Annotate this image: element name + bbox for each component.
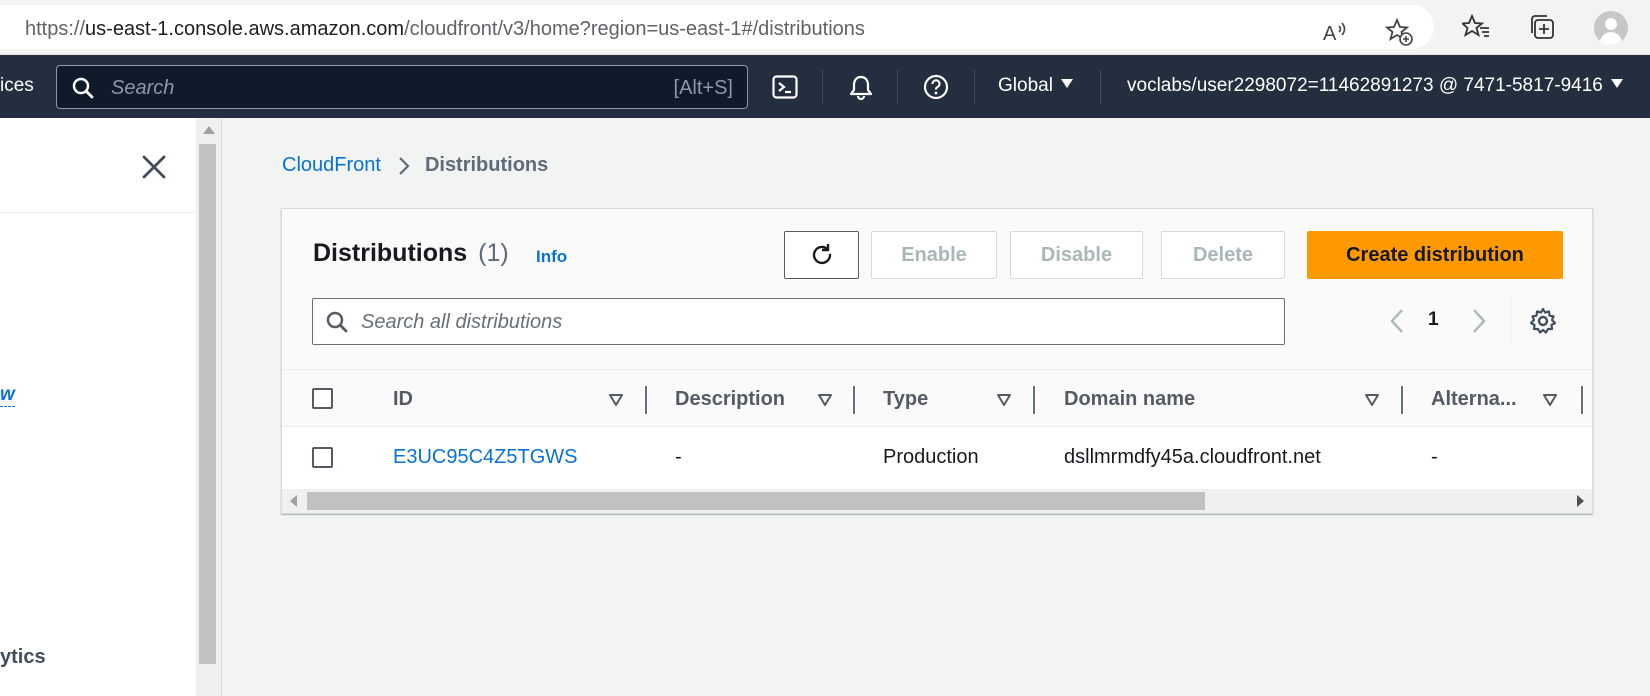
- sort-icon[interactable]: [1542, 393, 1558, 407]
- table-header: ID Description Type Domain name Alterna.…: [282, 369, 1592, 427]
- region-label: Global: [998, 75, 1053, 96]
- table-row[interactable]: E3UC95C4Z5TGWS - Production dsllmrmdfy45…: [282, 427, 1592, 487]
- enable-button[interactable]: Enable: [871, 231, 997, 279]
- delete-button[interactable]: Delete: [1161, 231, 1285, 279]
- previous-page-button[interactable]: [1385, 305, 1409, 337]
- global-search[interactable]: Search [Alt+S]: [56, 65, 748, 109]
- help-icon[interactable]: [920, 71, 952, 103]
- cell-type: Production: [883, 446, 979, 468]
- column-resizer[interactable]: [1401, 386, 1403, 414]
- column-header-domain-name[interactable]: Domain name: [1064, 388, 1195, 411]
- column-resizer[interactable]: [853, 386, 855, 414]
- create-distribution-button[interactable]: Create distribution: [1307, 231, 1563, 279]
- cell-domain-name: dsllmrmdfy45a.cloudfront.net: [1064, 446, 1321, 468]
- current-page-number[interactable]: 1: [1428, 309, 1439, 331]
- next-page-button[interactable]: [1467, 305, 1491, 337]
- search-placeholder: Search: [111, 77, 175, 99]
- search-shortcut: [Alt+S]: [673, 77, 733, 99]
- cell-alternate-domain: -: [1431, 446, 1438, 468]
- side-divider: [0, 212, 196, 213]
- caret-down-icon: [1060, 79, 1073, 88]
- url-text[interactable]: https://us-east-1.console.aws.amazon.com…: [25, 18, 865, 41]
- profile-avatar[interactable]: [1594, 11, 1628, 45]
- breadcrumb: CloudFront Distributions: [282, 154, 548, 177]
- table-settings-button[interactable]: [1527, 305, 1559, 337]
- side-scrollbar[interactable]: [196, 118, 222, 696]
- nav-divider: [1100, 70, 1101, 104]
- search-icon: [325, 310, 349, 339]
- disable-button[interactable]: Disable: [1010, 231, 1143, 279]
- url-host: us-east-1.console.aws.amazon.com: [85, 18, 405, 40]
- url-path: /cloudfront/v3/home?region=us-east-1#/di…: [404, 18, 865, 40]
- scrollbar-thumb[interactable]: [307, 492, 1205, 510]
- column-header-type[interactable]: Type: [883, 388, 928, 411]
- add-favorite-icon[interactable]: [1382, 15, 1416, 49]
- refresh-icon: [812, 244, 831, 265]
- search-icon: [71, 76, 95, 105]
- breadcrumb-cloudfront[interactable]: CloudFront: [282, 154, 381, 177]
- refresh-button[interactable]: [784, 231, 859, 279]
- sort-icon[interactable]: [1364, 393, 1380, 407]
- collections-icon[interactable]: [1525, 10, 1559, 44]
- column-header-id[interactable]: ID: [393, 388, 413, 411]
- page-title: Distributions (1): [313, 239, 509, 268]
- scrollbar-thumb[interactable]: [199, 144, 216, 664]
- cloudshell-icon[interactable]: [769, 71, 801, 103]
- distribution-id-link[interactable]: E3UC95C4Z5TGWS: [393, 446, 578, 469]
- side-nav-link[interactable]: w: [0, 384, 15, 407]
- table-horizontal-scrollbar[interactable]: [282, 489, 1592, 513]
- side-navigation: w ytics: [0, 118, 196, 696]
- read-aloud-icon[interactable]: A: [1318, 15, 1352, 49]
- nav-divider: [897, 70, 898, 104]
- chevron-left-icon: [1390, 309, 1403, 333]
- distribution-count: (1): [478, 239, 509, 267]
- column-resizer[interactable]: [1033, 386, 1035, 414]
- bell-icon[interactable]: [845, 71, 877, 103]
- chevron-right-icon: [395, 155, 413, 177]
- favorites-icon[interactable]: [1459, 10, 1493, 44]
- search-distributions-field[interactable]: [312, 298, 1285, 345]
- address-bar[interactable]: https://us-east-1.console.aws.amazon.com…: [0, 5, 1434, 49]
- account-label: voclabs/user2298072=11462891273 @ 7471-5…: [1127, 75, 1603, 96]
- caret-down-icon: [1610, 79, 1623, 88]
- url-prefix: https://: [25, 18, 86, 40]
- search-distributions-input[interactable]: [361, 307, 1261, 337]
- select-all-checkbox[interactable]: [312, 388, 333, 409]
- distributions-table-container: Distributions (1) Info Enable Disable De…: [281, 208, 1593, 514]
- scroll-right-arrow-icon[interactable]: [1577, 495, 1584, 507]
- sort-icon[interactable]: [608, 393, 624, 407]
- scroll-up-arrow-icon[interactable]: [203, 126, 215, 134]
- column-resizer[interactable]: [1581, 386, 1583, 414]
- column-header-alternate-domain[interactable]: Alterna...: [1431, 388, 1517, 411]
- pager-divider: [1510, 296, 1511, 346]
- svg-text:A: A: [1323, 23, 1337, 44]
- region-selector[interactable]: Global: [998, 75, 1073, 97]
- scroll-left-arrow-icon[interactable]: [290, 495, 297, 507]
- nav-divider: [974, 70, 975, 104]
- nav-divider: [822, 70, 823, 104]
- row-checkbox[interactable]: [312, 447, 333, 468]
- card-header: Distributions (1) Info Enable Disable De…: [282, 209, 1592, 369]
- info-link[interactable]: Info: [536, 247, 567, 267]
- column-header-description[interactable]: Description: [675, 388, 785, 411]
- gear-icon: [1529, 307, 1557, 334]
- close-icon[interactable]: [139, 152, 169, 182]
- side-nav-item-analytics[interactable]: ytics: [0, 646, 46, 669]
- sort-icon[interactable]: [996, 393, 1012, 407]
- chevron-right-icon: [1473, 309, 1486, 333]
- aws-top-nav: ices Search [Alt+S] Global voclabs/user2…: [0, 55, 1650, 118]
- sort-icon[interactable]: [817, 393, 833, 407]
- title-text: Distributions: [313, 239, 468, 267]
- cell-description: -: [675, 446, 682, 468]
- browser-toolbar: https://us-east-1.console.aws.amazon.com…: [0, 0, 1650, 55]
- column-resizer[interactable]: [645, 386, 647, 414]
- account-menu[interactable]: voclabs/user2298072=11462891273 @ 7471-5…: [1127, 75, 1623, 97]
- breadcrumb-current: Distributions: [424, 154, 549, 176]
- services-menu[interactable]: ices: [0, 75, 34, 97]
